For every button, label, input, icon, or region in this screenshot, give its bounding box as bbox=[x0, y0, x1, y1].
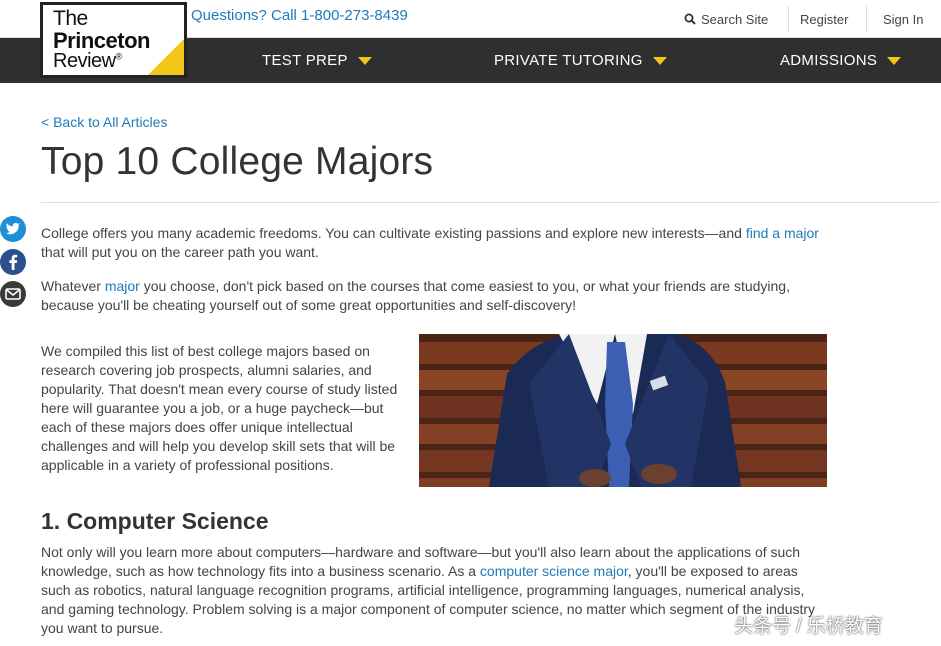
sign-in-link[interactable]: Sign In bbox=[883, 0, 923, 38]
nav-label: ADMISSIONS bbox=[780, 52, 878, 69]
intro-paragraph: College offers you many academic freedom… bbox=[41, 224, 841, 262]
computer-science-major-link[interactable]: computer science major bbox=[480, 563, 628, 579]
paragraph-whatever-major: Whatever major you choose, don't pick ba… bbox=[41, 277, 821, 315]
text-run: that will put you on the career path you… bbox=[41, 244, 319, 260]
email-icon bbox=[5, 288, 21, 300]
divider bbox=[41, 202, 939, 203]
facebook-icon bbox=[9, 254, 18, 270]
search-site-button[interactable]: Search Site bbox=[684, 0, 788, 38]
article-photo-businessman bbox=[419, 334, 827, 487]
twitter-icon bbox=[5, 222, 20, 235]
search-site-label: Search Site bbox=[701, 11, 769, 27]
nav-private-tutoring[interactable]: PRIVATE TUTORING bbox=[494, 38, 667, 83]
caret-down-icon bbox=[652, 56, 667, 65]
back-to-articles-link[interactable]: < Back to All Articles bbox=[41, 114, 167, 130]
major-link[interactable]: major bbox=[105, 278, 140, 294]
businessman-image bbox=[419, 334, 827, 487]
section-heading-computer-science: 1. Computer Science bbox=[41, 508, 269, 534]
nav-test-prep[interactable]: TEST PREP bbox=[262, 38, 372, 83]
watermark: 头条号 / 乐桥教育 bbox=[734, 616, 883, 637]
logo-yellow-corner bbox=[148, 39, 184, 75]
princeton-review-logo[interactable]: The Princeton Review® bbox=[40, 2, 187, 78]
register-link[interactable]: Register bbox=[800, 0, 848, 38]
paragraph-computer-science: Not only will you learn more about compu… bbox=[41, 543, 827, 638]
caret-down-icon bbox=[887, 56, 902, 65]
twitter-share-button[interactable] bbox=[0, 216, 26, 242]
search-icon bbox=[684, 13, 696, 25]
page-title: Top 10 College Majors bbox=[41, 140, 434, 183]
email-share-button[interactable] bbox=[0, 281, 26, 307]
text-run: College offers you many academic freedom… bbox=[41, 225, 746, 241]
facebook-share-button[interactable] bbox=[0, 249, 26, 275]
nav-label: TEST PREP bbox=[262, 52, 348, 69]
text-run: Whatever bbox=[41, 278, 105, 294]
divider bbox=[788, 6, 789, 32]
paragraph-compiled-list: We compiled this list of best college ma… bbox=[41, 343, 398, 473]
phone-link[interactable]: Questions? Call 1-800-273-8439 bbox=[191, 7, 408, 24]
registered-mark: ® bbox=[115, 51, 123, 62]
find-a-major-link[interactable]: find a major bbox=[746, 225, 819, 241]
divider bbox=[866, 6, 867, 32]
caret-down-icon bbox=[357, 56, 372, 65]
nav-label: PRIVATE TUTORING bbox=[494, 52, 643, 69]
logo-line-3-text: Review bbox=[53, 50, 116, 72]
nav-admissions[interactable]: ADMISSIONS bbox=[780, 38, 902, 83]
text-run: you choose, don't pick based on the cour… bbox=[41, 278, 790, 313]
logo-line-3: Review® bbox=[53, 50, 122, 73]
